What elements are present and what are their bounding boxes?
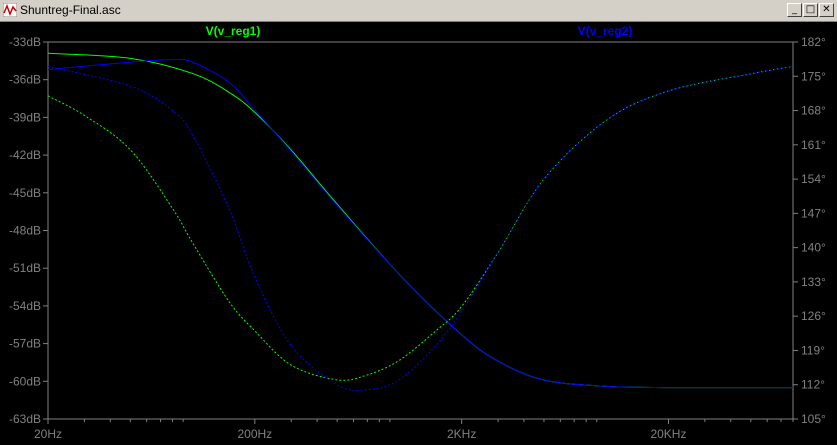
y-right-tick-label: 140° — [801, 241, 826, 255]
x-tick-label: 2KHz — [447, 427, 476, 441]
bode-chart[interactable]: -33dB -36dB -39dB -42dB -45dB -48dB -51dB -54dB… — [0, 22, 837, 445]
trace-v-v-reg2-magnitude — [47, 58, 793, 389]
plot-frame — [47, 41, 794, 420]
maximize-button[interactable]: □ — [803, 3, 818, 17]
y-left-tick-label: -33dB — [9, 35, 41, 49]
title-bar: Shuntreg-Final.asc _ □ ✕ — [0, 0, 837, 22]
y-left-tick-label: -51dB — [9, 261, 41, 275]
x-tick-label: 20Hz — [34, 427, 62, 441]
legend-label[interactable]: V(v_reg1) — [206, 24, 261, 38]
legend-label[interactable]: V(v_reg2) — [578, 24, 633, 38]
y-right-tick-label: 105° — [801, 412, 826, 426]
y-left-tick-label: -48dB — [9, 224, 41, 238]
ltspice-waveform-icon — [3, 3, 17, 17]
y-right-tick-label: 168° — [801, 104, 826, 118]
window-title: Shuntreg-Final.asc — [20, 3, 121, 17]
y-left-tick-label: -39dB — [9, 110, 41, 124]
y-right-tick-label: 133° — [801, 275, 826, 289]
y-right-tick-label: 161° — [801, 138, 826, 152]
y-right-tick-label: 147° — [801, 206, 826, 220]
y-right-tick-label: 182° — [801, 35, 826, 49]
close-button[interactable]: ✕ — [819, 3, 834, 17]
minimize-button[interactable]: _ — [787, 3, 802, 17]
y-left-tick-label: -45dB — [9, 186, 41, 200]
x-tick-label: 200Hz — [237, 427, 272, 441]
x-tick-label: 20KHz — [650, 427, 686, 441]
y-left-tick-label: -54dB — [9, 299, 41, 313]
y-left-tick-label: -36dB — [9, 73, 41, 87]
waveform-plot-pane[interactable]: -33dB -36dB -39dB -42dB -45dB -48dB -51dB -54dB… — [0, 22, 837, 445]
y-left-tick-label: -57dB — [9, 337, 41, 351]
trace-v-v-reg2-phase — [47, 65, 794, 391]
y-left-tick-label: -63dB — [9, 412, 41, 426]
y-right-tick-label: 175° — [801, 69, 826, 83]
y-right-tick-label: 126° — [801, 309, 826, 323]
y-right-tick-label: 119° — [801, 343, 825, 357]
trace-v-v-reg1-phase — [47, 65, 794, 381]
y-right-tick-label: 112° — [801, 378, 825, 392]
y-right-tick-label: 154° — [801, 172, 826, 186]
y-left-tick-label: -42dB — [9, 148, 41, 162]
y-left-tick-label: -60dB — [9, 374, 41, 388]
trace-v-v-reg1-magnitude — [47, 52, 793, 389]
